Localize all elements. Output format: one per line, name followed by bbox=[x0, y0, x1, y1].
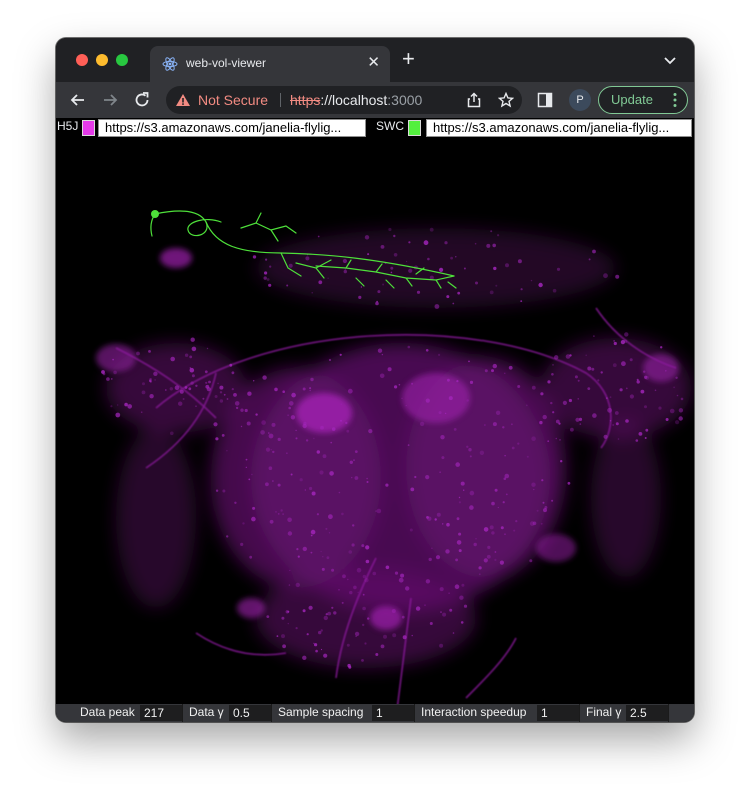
tab-strip: web-vol-viewer ✕ + bbox=[56, 38, 694, 82]
kebab-menu-icon[interactable] bbox=[673, 92, 677, 108]
window-maximize-button[interactable] bbox=[116, 54, 128, 66]
update-button[interactable]: Update bbox=[598, 86, 688, 114]
star-icon[interactable] bbox=[498, 92, 514, 108]
warning-icon bbox=[176, 94, 190, 106]
swc-color-swatch[interactable] bbox=[408, 120, 421, 136]
browser-window: web-vol-viewer ✕ + Not Secure https://lo… bbox=[56, 38, 694, 722]
render-controls: Data peak 217 Data γ 0.5 Sample spacing … bbox=[56, 704, 694, 722]
react-favicon-icon bbox=[162, 57, 178, 71]
interaction-speedup-control: Interaction speedup 1 bbox=[415, 704, 580, 722]
interaction-speedup-label: Interaction speedup bbox=[421, 705, 527, 719]
h5j-label: H5J bbox=[57, 119, 79, 133]
interaction-speedup-input[interactable]: 1 bbox=[537, 705, 579, 721]
share-icon[interactable] bbox=[466, 92, 482, 108]
data-peak-label: Data peak bbox=[80, 705, 135, 719]
security-label[interactable]: Not Secure bbox=[198, 92, 268, 108]
h5j-color-swatch[interactable] bbox=[82, 120, 95, 136]
url-host: localhost bbox=[332, 92, 388, 108]
url-port: :3000 bbox=[387, 92, 423, 108]
data-gamma-input[interactable]: 0.5 bbox=[229, 705, 271, 721]
final-gamma-input[interactable]: 2.5 bbox=[626, 705, 668, 721]
sample-spacing-label: Sample spacing bbox=[278, 705, 364, 719]
window-minimize-button[interactable] bbox=[96, 54, 108, 66]
data-gamma-label: Data γ bbox=[189, 705, 224, 719]
plus-icon[interactable]: + bbox=[402, 48, 415, 70]
side-panel-icon[interactable] bbox=[537, 92, 553, 108]
close-icon[interactable]: ✕ bbox=[367, 54, 380, 72]
brain-volume bbox=[96, 227, 691, 719]
update-label: Update bbox=[611, 92, 653, 107]
url-separator: :// bbox=[320, 92, 333, 108]
volume-render[interactable] bbox=[56, 118, 694, 722]
data-peak-control: Data peak 217 bbox=[74, 704, 183, 722]
window-close-button[interactable] bbox=[76, 54, 88, 66]
sample-spacing-input[interactable]: 1 bbox=[372, 705, 414, 721]
url-text[interactable]: https://localhost:3000 bbox=[290, 92, 422, 108]
url-scheme: https bbox=[290, 92, 321, 108]
sample-spacing-control: Sample spacing 1 bbox=[272, 704, 415, 722]
final-gamma-control: Final γ 2.5 bbox=[580, 704, 669, 722]
tab-web-vol-viewer[interactable]: web-vol-viewer ✕ bbox=[150, 46, 390, 82]
back-arrow-icon[interactable] bbox=[68, 90, 88, 110]
final-gamma-label: Final γ bbox=[586, 705, 622, 719]
swc-label: SWC bbox=[376, 119, 404, 133]
data-source-row: H5J https://s3.amazonaws.com/janelia-fly… bbox=[56, 118, 694, 139]
reload-icon[interactable] bbox=[132, 90, 152, 110]
chevron-down-icon[interactable] bbox=[662, 52, 678, 68]
viewer-content: H5J https://s3.amazonaws.com/janelia-fly… bbox=[56, 118, 694, 722]
forward-arrow-icon[interactable] bbox=[100, 90, 120, 110]
avatar[interactable]: P bbox=[569, 89, 591, 111]
browser-toolbar: Not Secure https://localhost:3000 P Upda… bbox=[56, 82, 694, 118]
h5j-url-input[interactable]: https://s3.amazonaws.com/janelia-flylig.… bbox=[98, 119, 366, 137]
data-peak-input[interactable]: 217 bbox=[140, 705, 182, 721]
data-gamma-control: Data γ 0.5 bbox=[183, 704, 272, 722]
swc-url-input[interactable]: https://s3.amazonaws.com/janelia-flylig.… bbox=[426, 119, 692, 137]
tab-title: web-vol-viewer bbox=[186, 56, 267, 70]
address-divider bbox=[280, 93, 281, 107]
